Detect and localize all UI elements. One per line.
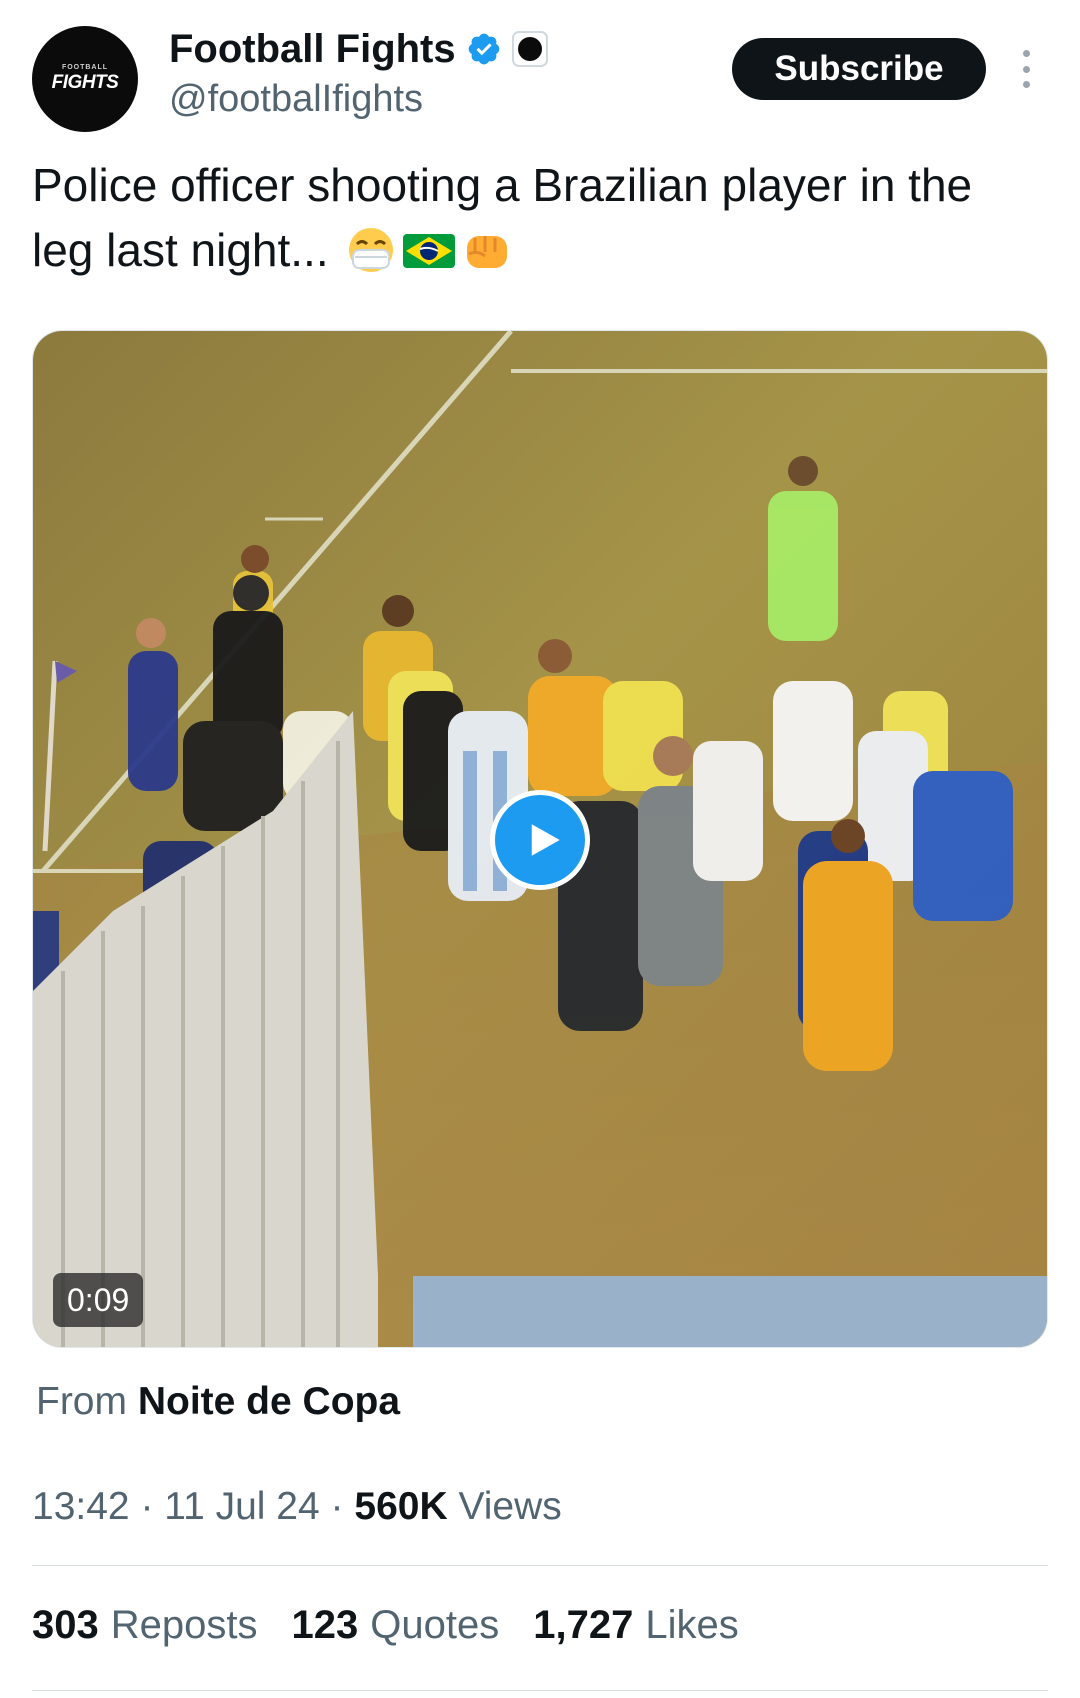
source-name-link[interactable]: Noite de Copa bbox=[138, 1380, 400, 1423]
reposts-count: 303 bbox=[32, 1603, 99, 1647]
tweet-text: Police officer shooting a Brazilian play… bbox=[32, 153, 1042, 283]
face-with-medical-mask-icon bbox=[349, 228, 394, 272]
tweet-time[interactable]: 13:42 bbox=[32, 1485, 130, 1528]
more-options-icon[interactable] bbox=[1014, 50, 1038, 88]
avatar-logo-small-text: FOOTBALL bbox=[61, 64, 109, 71]
play-icon bbox=[531, 824, 560, 856]
divider bbox=[32, 1565, 1048, 1566]
views-label: Views bbox=[458, 1485, 562, 1528]
profile-avatar[interactable]: FOOTBALL FIGHTS bbox=[32, 26, 138, 132]
meta-separator: · bbox=[140, 1485, 154, 1528]
likes-label: Likes bbox=[645, 1603, 739, 1647]
brazil-flag-icon bbox=[403, 234, 456, 268]
author-name-row: Football Fights bbox=[169, 26, 548, 72]
author-display-name[interactable]: Football Fights bbox=[169, 27, 456, 72]
divider bbox=[32, 1690, 1048, 1691]
source-attribution: From Noite de Copa bbox=[36, 1380, 400, 1424]
avatar-logo-text: FIGHTS bbox=[51, 72, 119, 93]
quotes-stat[interactable]: 123 Quotes bbox=[292, 1603, 500, 1648]
reposts-label: Reposts bbox=[110, 1603, 258, 1647]
verified-badge-icon[interactable] bbox=[466, 31, 502, 67]
meta-separator: · bbox=[330, 1485, 344, 1528]
from-label: From bbox=[36, 1380, 127, 1423]
oncoming-fist-icon bbox=[467, 236, 508, 268]
reposts-stat[interactable]: 303 Reposts bbox=[32, 1603, 258, 1648]
likes-count: 1,727 bbox=[533, 1603, 634, 1647]
play-button[interactable] bbox=[490, 790, 590, 890]
affiliate-badge-icon[interactable] bbox=[511, 31, 548, 67]
subscribe-button[interactable]: Subscribe bbox=[732, 38, 986, 100]
quotes-label: Quotes bbox=[370, 1603, 500, 1647]
engagement-stats: 303 Reposts 123 Quotes 1,727 Likes bbox=[32, 1603, 773, 1648]
quotes-count: 123 bbox=[291, 1603, 359, 1647]
views-count: 560K bbox=[354, 1485, 448, 1528]
tweet-date[interactable]: 11 Jul 24 bbox=[164, 1485, 319, 1528]
likes-stat[interactable]: 1,727 Likes bbox=[533, 1603, 739, 1648]
video-duration-badge: 0:09 bbox=[53, 1273, 144, 1327]
author-handle[interactable]: @footbalIfights bbox=[169, 78, 423, 121]
tweet-metadata: 13:42 · 11 Jul 24 · 560K Views bbox=[32, 1485, 562, 1529]
video-player[interactable]: 0:09 bbox=[32, 330, 1048, 1348]
